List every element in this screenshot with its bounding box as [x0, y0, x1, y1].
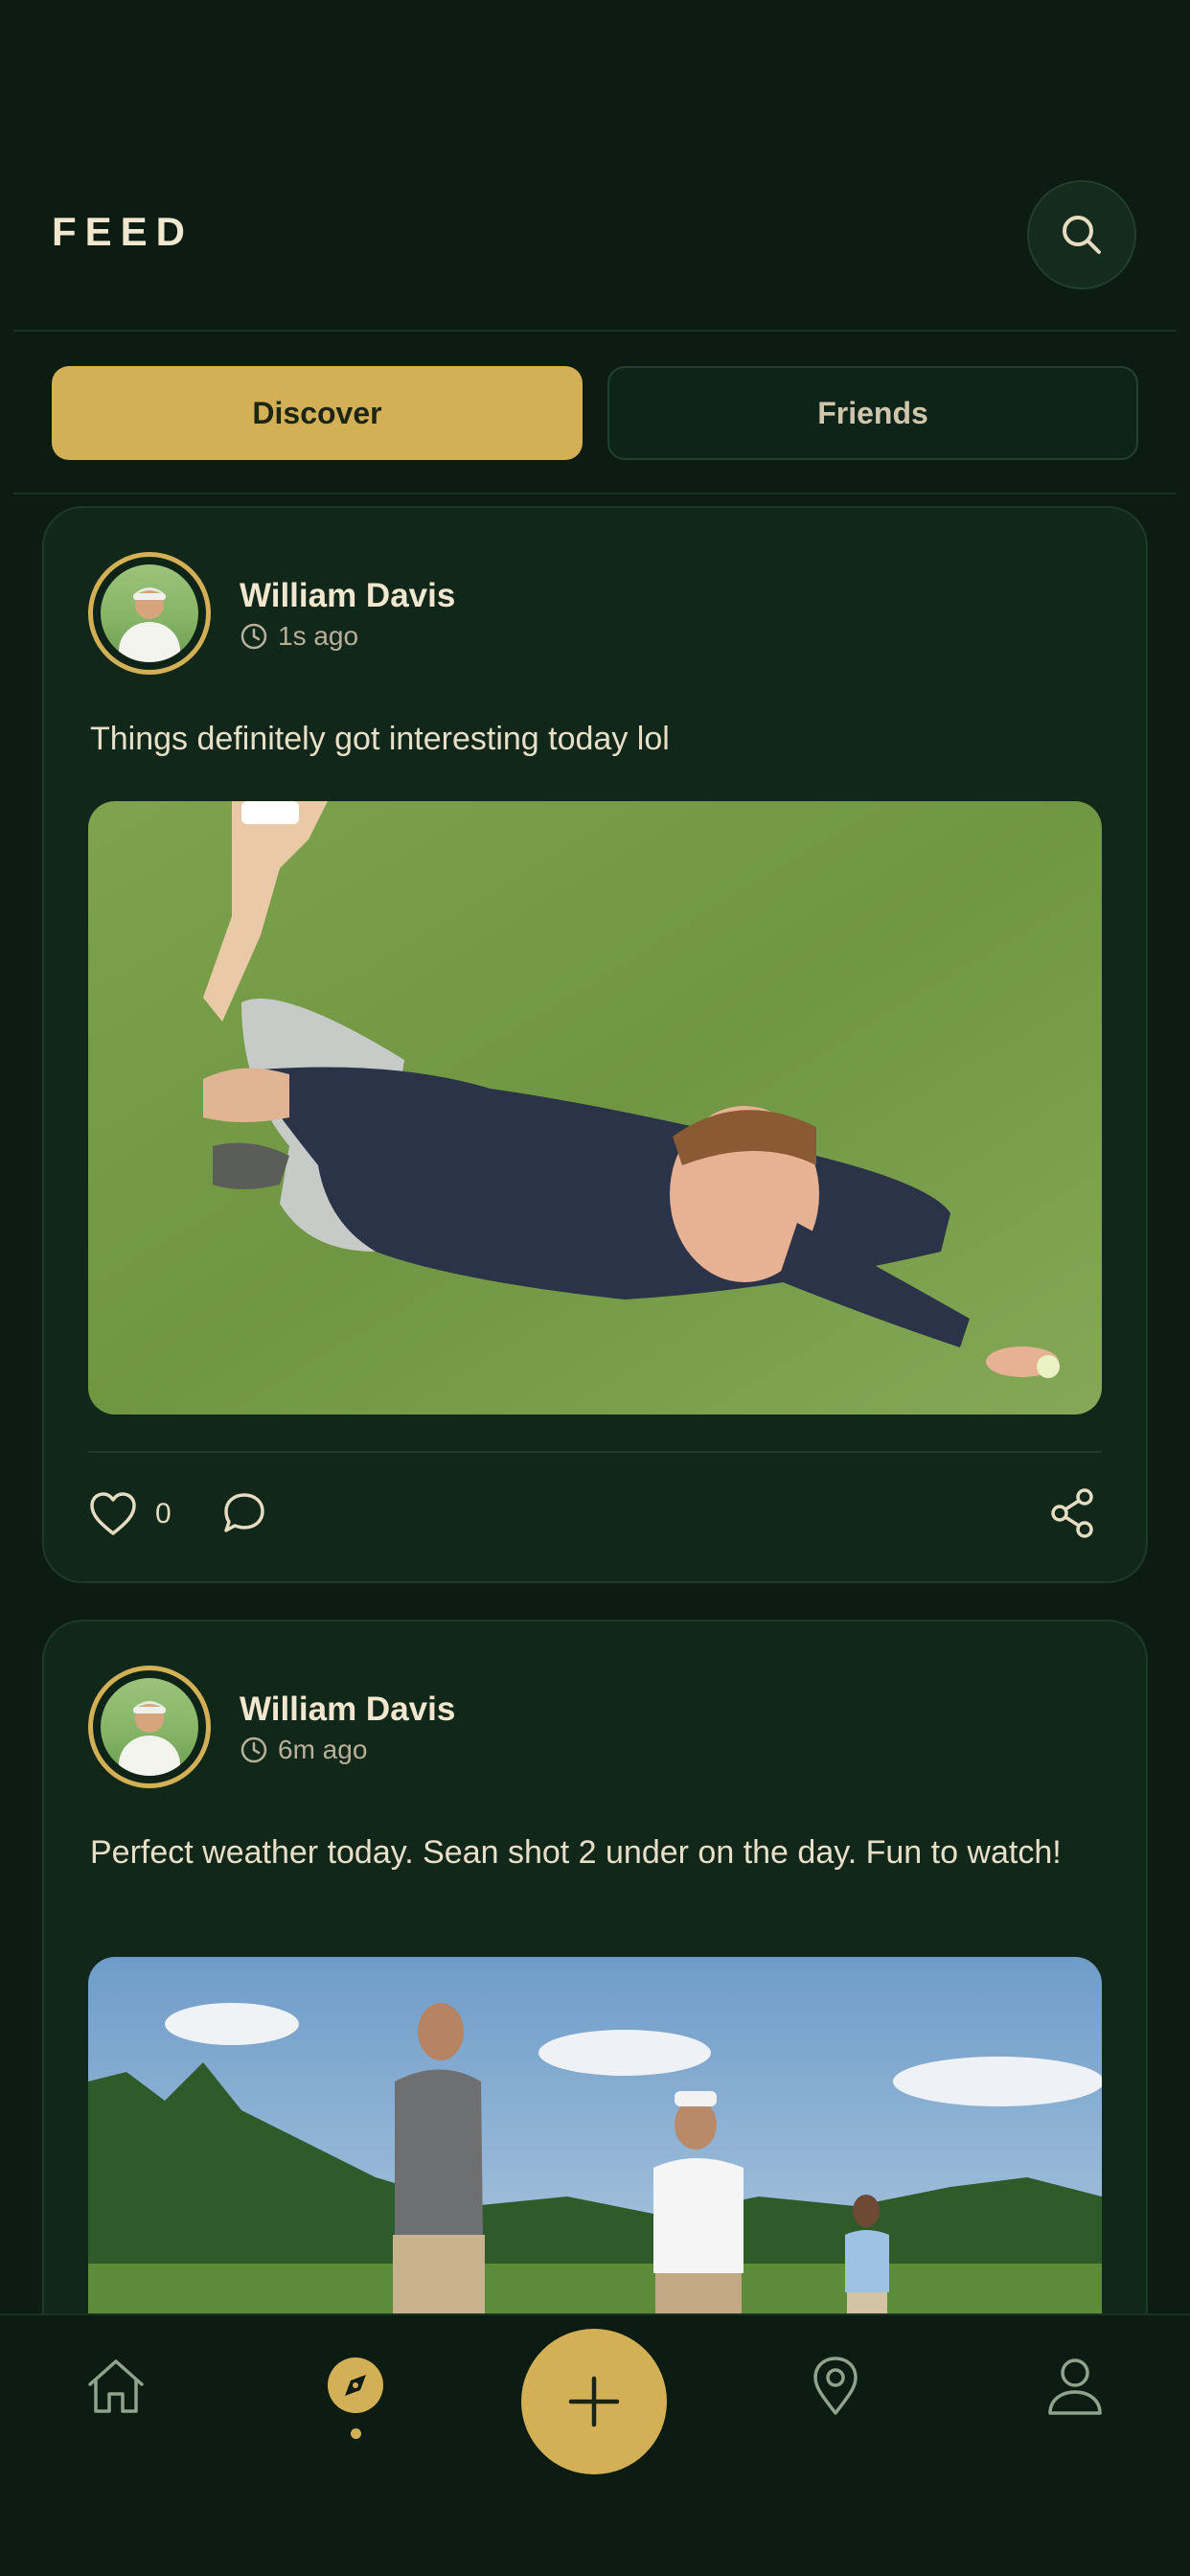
comment-button[interactable]: [220, 1489, 268, 1537]
avatar[interactable]: [88, 552, 211, 675]
post-author[interactable]: William Davis: [240, 1690, 455, 1729]
feed-list[interactable]: William Davis 1s ago Things definitely g…: [0, 498, 1190, 2313]
map-pin-icon: [813, 2357, 858, 2415]
nav-profile[interactable]: [1046, 2356, 1104, 2417]
bottom-nav: [0, 2313, 1190, 2576]
tab-discover-label: Discover: [252, 395, 382, 430]
tabs-divider: [13, 493, 1177, 494]
clock-icon: [240, 623, 267, 650]
search-button[interactable]: [1027, 180, 1136, 289]
tab-friends-label: Friends: [817, 395, 928, 430]
heart-icon: [90, 1492, 136, 1535]
post-card: William Davis 1s ago Things definitely g…: [42, 506, 1148, 1583]
post-time: 6m ago: [240, 1735, 367, 1765]
post-text: Perfect weather today. Sean shot 2 under…: [90, 1834, 1062, 1871]
post-time: 1s ago: [240, 621, 358, 652]
header-divider: [13, 330, 1177, 332]
nav-home[interactable]: [84, 2356, 148, 2417]
share-icon: [1051, 1488, 1093, 1538]
page-title: FEED: [52, 209, 195, 254]
active-indicator: [350, 2428, 361, 2439]
clock-icon: [240, 1736, 267, 1763]
compass-icon: [328, 2358, 383, 2413]
avatar[interactable]: [88, 1666, 211, 1788]
post-card: William Davis 6m ago Perfect weather tod…: [42, 1620, 1148, 2313]
post-image[interactable]: [88, 801, 1102, 1414]
post-time-text: 1s ago: [278, 621, 359, 651]
create-post-button[interactable]: [521, 2329, 667, 2474]
tab-discover[interactable]: Discover: [52, 366, 583, 460]
tab-friends[interactable]: Friends: [607, 366, 1138, 460]
share-button[interactable]: [1048, 1487, 1096, 1539]
top-bar: FEED: [0, 0, 1190, 332]
post-text: Things definitely got interesting today …: [90, 721, 670, 757]
profile-icon: [1048, 2358, 1102, 2415]
search-icon: [1063, 216, 1101, 254]
nav-map[interactable]: [811, 2356, 860, 2417]
post-image[interactable]: [88, 1957, 1102, 2313]
post-author[interactable]: William Davis: [240, 577, 455, 615]
like-button[interactable]: 0: [88, 1491, 172, 1537]
home-icon: [88, 2359, 144, 2413]
post-actions-divider: [88, 1451, 1102, 1453]
post-time-text: 6m ago: [278, 1735, 368, 1764]
like-count: 0: [155, 1498, 172, 1530]
plus-icon: [568, 2376, 620, 2427]
comment-icon: [224, 1493, 264, 1532]
nav-discover[interactable]: [326, 2356, 385, 2439]
